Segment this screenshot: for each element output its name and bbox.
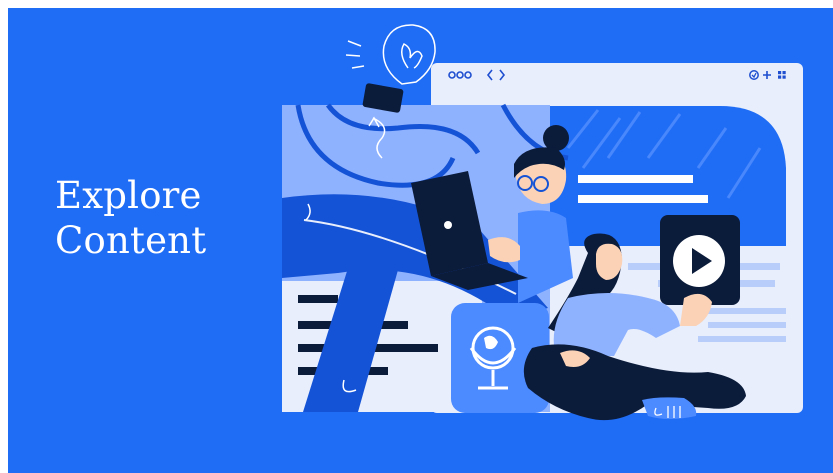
heading-placeholder-line — [578, 175, 693, 183]
illustration — [282, 24, 803, 421]
video-card — [660, 215, 740, 305]
play-icon — [673, 235, 725, 287]
page: Explore Content — [0, 0, 833, 473]
explore-content-banner: Explore Content — [8, 8, 833, 473]
heading-placeholder-line-2 — [578, 195, 708, 203]
